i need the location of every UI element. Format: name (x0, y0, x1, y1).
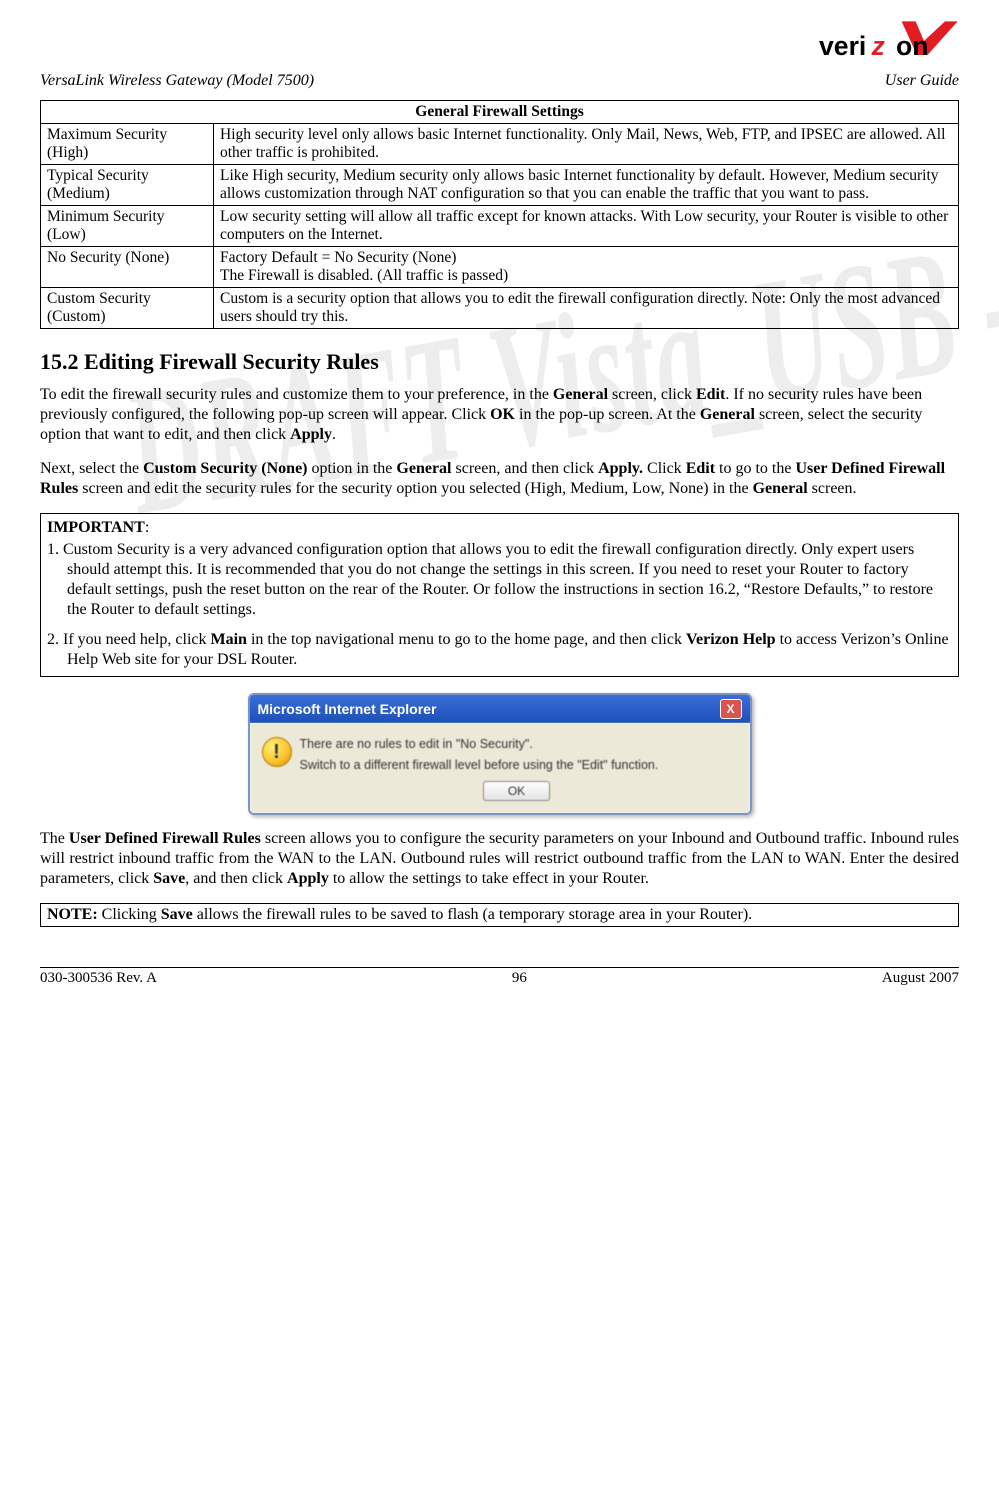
table-title: General Firewall Settings (41, 101, 959, 124)
verizon-logo: veri on z (819, 20, 959, 62)
text: in the pop-up screen. At the (515, 406, 700, 423)
important-item-1: 1. Custom Security is a very advanced co… (47, 540, 952, 620)
table-row: Typical Security (Medium) Like High secu… (41, 165, 959, 206)
footer-center: 96 (512, 970, 527, 987)
row-label: Typical Security (Medium) (41, 165, 214, 206)
bold-text: Edit (686, 460, 715, 477)
row-label: No Security (None) (41, 247, 214, 288)
dialog-titlebar: Microsoft Internet Explorer X (250, 695, 750, 723)
text: The (40, 830, 69, 847)
text: allows the firewall rules to be saved to… (193, 906, 752, 923)
note-box: NOTE: Clicking Save allows the firewall … (40, 903, 959, 927)
text: Click (643, 460, 686, 477)
row-label: Minimum Security (Low) (41, 206, 214, 247)
dialog-title-text: Microsoft Internet Explorer (258, 701, 437, 717)
text: , and then click (185, 870, 287, 887)
section-para-2: Next, select the Custom Security (None) … (40, 459, 959, 499)
text: . (332, 426, 336, 443)
bold-text: User Defined Firewall Rules (69, 830, 261, 847)
svg-text:veri: veri (819, 31, 866, 61)
bold-text: Save (161, 906, 193, 923)
row-label: Maximum Security (High) (41, 124, 214, 165)
section-para-3: The User Defined Firewall Rules screen a… (40, 829, 959, 889)
ie-alert-dialog: Microsoft Internet Explorer X ! There ar… (248, 693, 752, 815)
logo-row: veri on z (40, 20, 959, 62)
header-left: VersaLink Wireless Gateway (Model 7500) (40, 72, 314, 90)
bold-text: Verizon Help (686, 631, 776, 648)
footer-left: 030-300536 Rev. A (40, 970, 157, 987)
svg-text:z: z (871, 31, 886, 61)
row-desc: Like High security, Medium security only… (214, 165, 959, 206)
bold-text: Apply (290, 426, 332, 443)
table-row: No Security (None) Factory Default = No … (41, 247, 959, 288)
bold-text: General (753, 480, 808, 497)
row-desc: Low security setting will allow all traf… (214, 206, 959, 247)
text: screen and edit the security rules for t… (78, 480, 752, 497)
page-header: VersaLink Wireless Gateway (Model 7500) … (40, 72, 959, 90)
text: option in the (308, 460, 397, 477)
table-row: Minimum Security (Low) Low security sett… (41, 206, 959, 247)
important-title: IMPORTANT (47, 519, 145, 536)
bold-text: Save (153, 870, 185, 887)
important-box: IMPORTANT: 1. Custom Security is a very … (40, 513, 959, 677)
text: screen. (808, 480, 857, 497)
text: Clicking (98, 906, 161, 923)
bold-text: Custom Security (None) (143, 460, 307, 477)
important-item-2: 2. If you need help, click Main in the t… (47, 630, 952, 670)
row-desc: Factory Default = No Security (None) The… (214, 247, 959, 288)
note-label: NOTE: (47, 906, 98, 923)
dialog-line-1: There are no rules to edit in "No Securi… (300, 737, 734, 752)
footer-right: August 2007 (882, 970, 959, 987)
section-heading: 15.2 Editing Firewall Security Rules (40, 349, 959, 375)
text: to allow the settings to take effect in … (329, 870, 649, 887)
row-desc: Custom is a security option that allows … (214, 288, 959, 329)
svg-text:on: on (896, 31, 929, 61)
section-para-1: To edit the firewall security rules and … (40, 385, 959, 445)
table-row: Maximum Security (High) High security le… (41, 124, 959, 165)
ok-button[interactable]: OK (483, 781, 550, 801)
bold-text: OK (490, 406, 515, 423)
warning-icon: ! (262, 737, 292, 767)
text: To edit the firewall security rules and … (40, 386, 553, 403)
bold-text: Apply. (598, 460, 643, 477)
dialog-line-2: Switch to a different firewall level bef… (300, 758, 734, 773)
text: to go to the (715, 460, 795, 477)
bold-text: General (700, 406, 755, 423)
text: 2. If you need help, click (47, 631, 211, 648)
row-desc: High security level only allows basic In… (214, 124, 959, 165)
bold-text: General (396, 460, 451, 477)
text: Next, select the (40, 460, 143, 477)
text: screen, and then click (451, 460, 598, 477)
page-footer: 030-300536 Rev. A 96 August 2007 (40, 967, 959, 987)
close-icon[interactable]: X (720, 699, 742, 719)
bold-text: Apply (287, 870, 329, 887)
bold-text: General (553, 386, 608, 403)
table-row: Custom Security (Custom) Custom is a sec… (41, 288, 959, 329)
text: in the top navigational menu to go to th… (247, 631, 686, 648)
firewall-settings-table: General Firewall Settings Maximum Securi… (40, 100, 959, 329)
bold-text: Main (211, 631, 247, 648)
text: screen, click (608, 386, 696, 403)
row-label: Custom Security (Custom) (41, 288, 214, 329)
header-right: User Guide (885, 72, 959, 90)
bold-text: Edit (696, 386, 725, 403)
